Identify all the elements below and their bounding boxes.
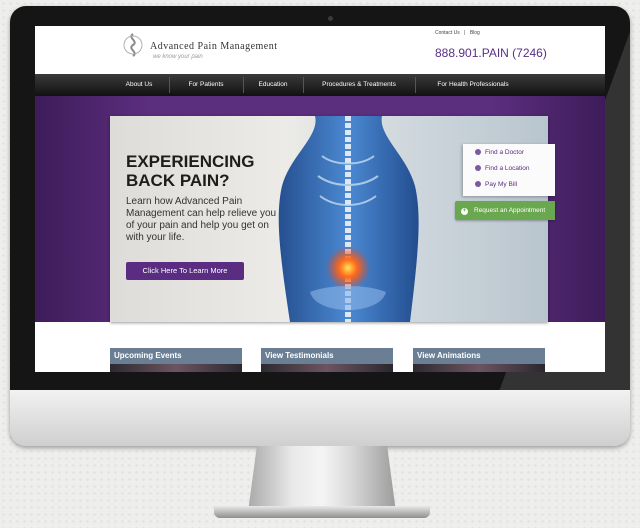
blog-link[interactable]: Blog: [470, 30, 480, 36]
tile-image: [110, 364, 242, 372]
hero-title-line1: EXPERIENCING: [126, 152, 255, 171]
tile-image: [413, 364, 545, 372]
top-links-divider: |: [464, 30, 466, 36]
main-nav: About Us For Patients Education Procedur…: [35, 74, 605, 96]
tile-view-animations[interactable]: View Animations: [413, 348, 545, 372]
spine-anatomy-image: [278, 116, 419, 322]
arrow-bullet-icon: [475, 181, 481, 187]
nav-divider: [169, 77, 170, 93]
site-header: Advanced Pain Management we know your pa…: [35, 26, 605, 74]
slide-dots: [116, 312, 141, 316]
website-screen: Advanced Pain Management we know your pa…: [35, 26, 605, 372]
nav-education[interactable]: Education: [247, 74, 299, 96]
arrow-bullet-icon: [475, 149, 481, 155]
find-doctor-label: Find a Doctor: [485, 149, 525, 156]
tile-image: [261, 364, 393, 372]
hero-title-line2: BACK PAIN?: [126, 171, 230, 190]
tile-title: View Testimonials: [261, 348, 393, 364]
nav-procedures-treatments[interactable]: Procedures & Treatments: [307, 74, 411, 96]
request-appointment-button[interactable]: + Request an Appointment: [455, 201, 555, 220]
tile-title: Upcoming Events: [110, 348, 242, 364]
tile-view-testimonials[interactable]: View Testimonials: [261, 348, 393, 372]
pay-bill-label: Pay My Bill: [485, 181, 518, 188]
hero-body-text: Learn how Advanced Pain Management can h…: [126, 196, 277, 243]
logo-tagline: we know your pain: [153, 54, 203, 60]
quick-links-panel: Find a Doctor Find a Location Pay My Bil…: [463, 144, 555, 196]
arrow-bullet-icon: [475, 165, 481, 171]
tile-title: View Animations: [413, 348, 545, 364]
learn-more-button[interactable]: Click Here To Learn More: [126, 262, 244, 280]
nav-divider: [415, 77, 416, 93]
find-location-label: Find a Location: [485, 165, 530, 172]
logo-name[interactable]: Advanced Pain Management: [150, 41, 278, 52]
find-doctor-link[interactable]: Find a Doctor: [475, 149, 524, 156]
top-links: Contact Us | Blog: [435, 30, 483, 36]
find-location-link[interactable]: Find a Location: [475, 165, 529, 172]
hero-title: EXPERIENCING BACK PAIN?: [126, 152, 254, 190]
nav-about-us[interactable]: About Us: [113, 74, 165, 96]
phone-number[interactable]: 888.901.PAIN (7246): [435, 46, 547, 60]
nav-for-health-professionals[interactable]: For Health Professionals: [421, 74, 525, 96]
nav-for-patients[interactable]: For Patients: [175, 74, 237, 96]
nav-divider: [243, 77, 244, 93]
monitor-stand: [248, 446, 396, 512]
camera-icon: [328, 16, 333, 21]
pay-bill-link[interactable]: Pay My Bill: [475, 181, 517, 188]
plus-icon: +: [461, 208, 468, 215]
nav-divider: [303, 77, 304, 93]
tile-upcoming-events[interactable]: Upcoming Events: [110, 348, 242, 372]
contact-us-link[interactable]: Contact Us: [435, 30, 460, 36]
spine-logo-icon: [123, 33, 143, 57]
request-appointment-label: Request an Appointment: [474, 207, 546, 214]
monitor-base: [214, 506, 430, 518]
monitor-chin: [10, 390, 630, 446]
